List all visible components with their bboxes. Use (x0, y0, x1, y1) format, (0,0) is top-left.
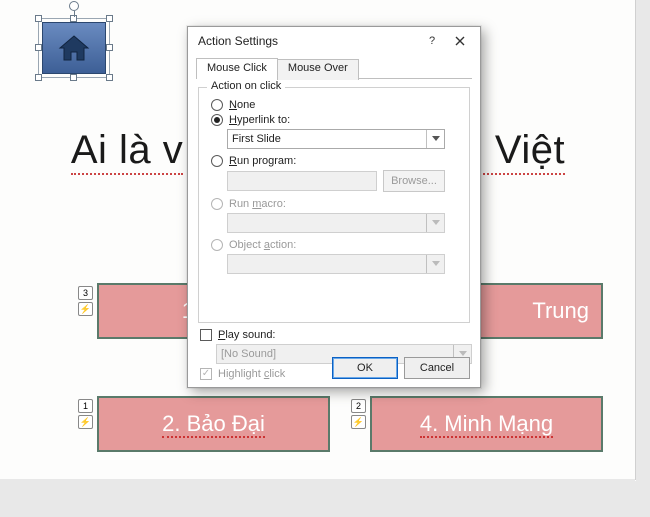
animation-order-tag[interactable]: 3 (78, 286, 93, 300)
help-button[interactable]: ? (418, 30, 446, 52)
tab-mouse-over[interactable]: Mouse Over (277, 59, 359, 80)
radio-object-action (211, 239, 223, 251)
close-button[interactable] (446, 30, 474, 52)
ok-button[interactable]: OK (332, 357, 398, 379)
action-button-home-shape[interactable] (38, 18, 110, 78)
label-highlight-click: Highlight click (218, 368, 285, 380)
chevron-down-icon (426, 214, 444, 232)
right-gutter (636, 0, 650, 517)
radio-none[interactable] (211, 99, 223, 111)
close-icon (455, 36, 465, 46)
label-object-action: Object action: (229, 239, 296, 251)
checkbox-highlight-click (200, 368, 212, 380)
rotate-handle[interactable] (69, 1, 79, 11)
tab-mouse-click[interactable]: Mouse Click (196, 58, 278, 79)
label-run-macro: Run macro: (229, 198, 286, 210)
label-none: None (229, 99, 255, 111)
dialog-titlebar[interactable]: Action Settings ? (188, 27, 480, 55)
run-macro-combo (227, 213, 445, 233)
radio-run-program[interactable] (211, 155, 223, 167)
dialog-title: Action Settings (198, 34, 418, 48)
action-settings-dialog: Action Settings ? Mouse Click Mouse Over… (187, 26, 481, 388)
hyperlink-combo[interactable]: First Slide (227, 129, 445, 149)
animation-trigger-icon[interactable]: ⚡ (351, 415, 366, 429)
object-action-combo (227, 254, 445, 274)
radio-hyperlink[interactable] (211, 114, 223, 126)
answer-box-4[interactable]: 4. Minh Mạng (370, 396, 603, 452)
run-program-textbox (227, 171, 377, 191)
animation-order-tag[interactable]: 2 (351, 399, 366, 413)
cancel-button[interactable]: Cancel (404, 357, 470, 379)
animation-trigger-icon[interactable]: ⚡ (78, 415, 93, 429)
sound-value: [No Sound] (221, 348, 276, 360)
animation-trigger-icon[interactable]: ⚡ (78, 302, 93, 316)
answer-text: 4. Minh Mạng (420, 411, 553, 437)
answer-text: Trung (532, 298, 589, 324)
action-on-click-group: Action on click None Hyperlink to: First… (198, 87, 470, 323)
browse-button: Browse... (383, 170, 445, 192)
answer-text: 2. Bảo Đại (162, 411, 265, 437)
chevron-down-icon (426, 130, 444, 148)
group-legend: Action on click (207, 80, 285, 92)
label-hyperlink: Hyperlink to: (229, 114, 290, 126)
bottom-gutter (0, 481, 650, 517)
dialog-tabs: Mouse Click Mouse Over (196, 57, 472, 79)
animation-order-tag[interactable]: 1 (78, 399, 93, 413)
hyperlink-value: First Slide (232, 133, 281, 145)
label-run-program: Run program: (229, 155, 296, 167)
title-left: Ai là v (71, 128, 183, 175)
answer-box-2[interactable]: 2. Bảo Đại (97, 396, 330, 452)
radio-run-macro (211, 198, 223, 210)
chevron-down-icon (426, 255, 444, 273)
label-play-sound: Play sound: (218, 329, 276, 341)
checkbox-play-sound[interactable] (200, 329, 212, 341)
title-right: Việt (483, 128, 565, 175)
home-icon (42, 22, 106, 74)
